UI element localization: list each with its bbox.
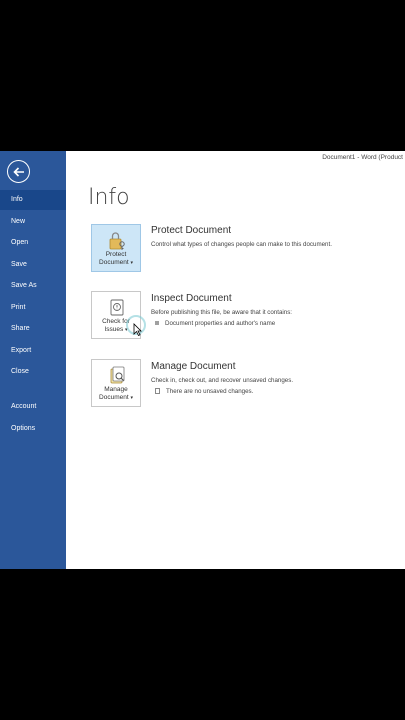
- check-for-issues-label-2: Issues: [104, 326, 124, 333]
- protect-document-button[interactable]: Protect Document ▾: [91, 224, 141, 272]
- inspect-document-description: Before publishing this file, be aware th…: [151, 309, 293, 316]
- protect-document-label-1: Protect: [105, 251, 127, 258]
- manage-document-button[interactable]: Manage Document ▾: [91, 359, 141, 407]
- manage-versions-icon: [110, 366, 125, 384]
- chevron-down-icon: ▾: [130, 395, 133, 401]
- bullet-icon: [155, 321, 159, 326]
- sidebar-item-open[interactable]: Open: [0, 233, 66, 253]
- sidebar-item-account[interactable]: Account: [0, 397, 66, 417]
- protect-document-title: Protect Document: [151, 225, 232, 236]
- word-backstage: Info New Open Save Save As Print Share E…: [0, 151, 405, 569]
- protect-document-label-2: Document: [99, 259, 129, 266]
- sidebar-item-export[interactable]: Export: [0, 341, 66, 361]
- backstage-sidebar: Info New Open Save Save As Print Share E…: [0, 151, 66, 569]
- lock-key-icon: [109, 232, 125, 250]
- sidebar-item-close[interactable]: Close: [0, 362, 66, 382]
- mouse-cursor-icon: [133, 323, 142, 336]
- manage-document-label-2: Document: [99, 394, 129, 401]
- sidebar-item-save-as[interactable]: Save As: [0, 276, 66, 296]
- manage-document-title: Manage Document: [151, 361, 236, 372]
- chevron-down-icon: ▾: [130, 260, 133, 266]
- protect-document-description: Control what types of changes people can…: [151, 241, 332, 248]
- sidebar-item-options[interactable]: Options: [0, 419, 66, 439]
- sidebar-item-share[interactable]: Share: [0, 319, 66, 339]
- window-title: Document1 - Word (Product: [322, 154, 403, 161]
- sidebar-item-print[interactable]: Print: [0, 298, 66, 318]
- back-arrow-icon: [12, 166, 24, 177]
- back-button[interactable]: [7, 160, 30, 183]
- manage-document-description: Check in, check out, and recover unsaved…: [151, 377, 294, 384]
- page-title: Info: [88, 185, 130, 210]
- sidebar-item-save[interactable]: Save: [0, 255, 66, 275]
- list-item: Document properties and author's name: [155, 320, 275, 327]
- sidebar-item-new[interactable]: New: [0, 212, 66, 232]
- sidebar-item-info[interactable]: Info: [0, 190, 66, 210]
- inspect-icon: [110, 299, 124, 316]
- inspect-document-title: Inspect Document: [151, 293, 232, 304]
- manage-document-label-1: Manage: [104, 386, 128, 393]
- list-item: There are no unsaved changes.: [155, 388, 253, 395]
- document-icon: [155, 388, 160, 395]
